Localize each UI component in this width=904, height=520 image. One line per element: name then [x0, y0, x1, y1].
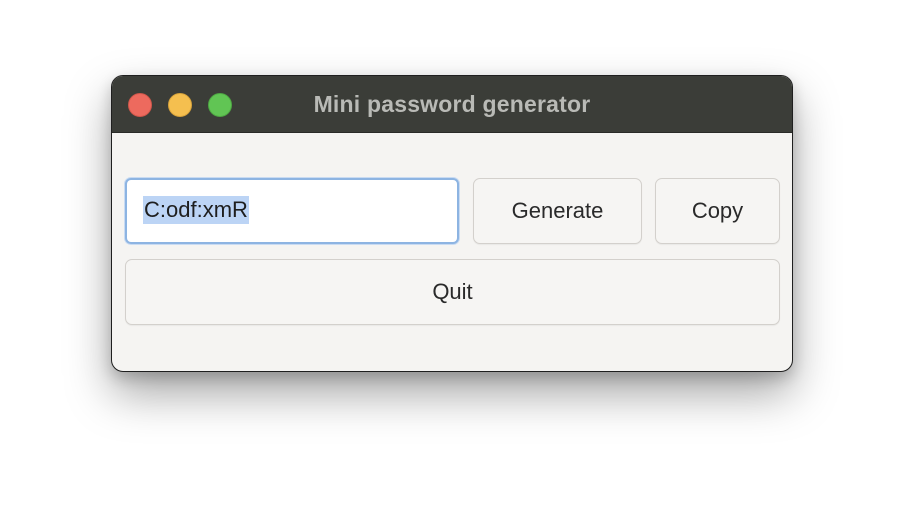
generate-button[interactable]: Generate [473, 178, 642, 244]
quit-button[interactable]: Quit [125, 259, 780, 325]
title-bar[interactable]: Mini password generator [112, 76, 792, 133]
window-title: Mini password generator [313, 91, 591, 117]
password-value: C:odf:xmR [143, 196, 249, 224]
desktop-background: Mini password generator C:odf:xmR Genera… [0, 0, 904, 520]
copy-button[interactable]: Copy [655, 178, 780, 244]
window-content: C:odf:xmR Generate Copy Quit [112, 133, 792, 371]
app-window: Mini password generator C:odf:xmR Genera… [111, 75, 793, 372]
password-input[interactable]: C:odf:xmR [125, 178, 459, 244]
